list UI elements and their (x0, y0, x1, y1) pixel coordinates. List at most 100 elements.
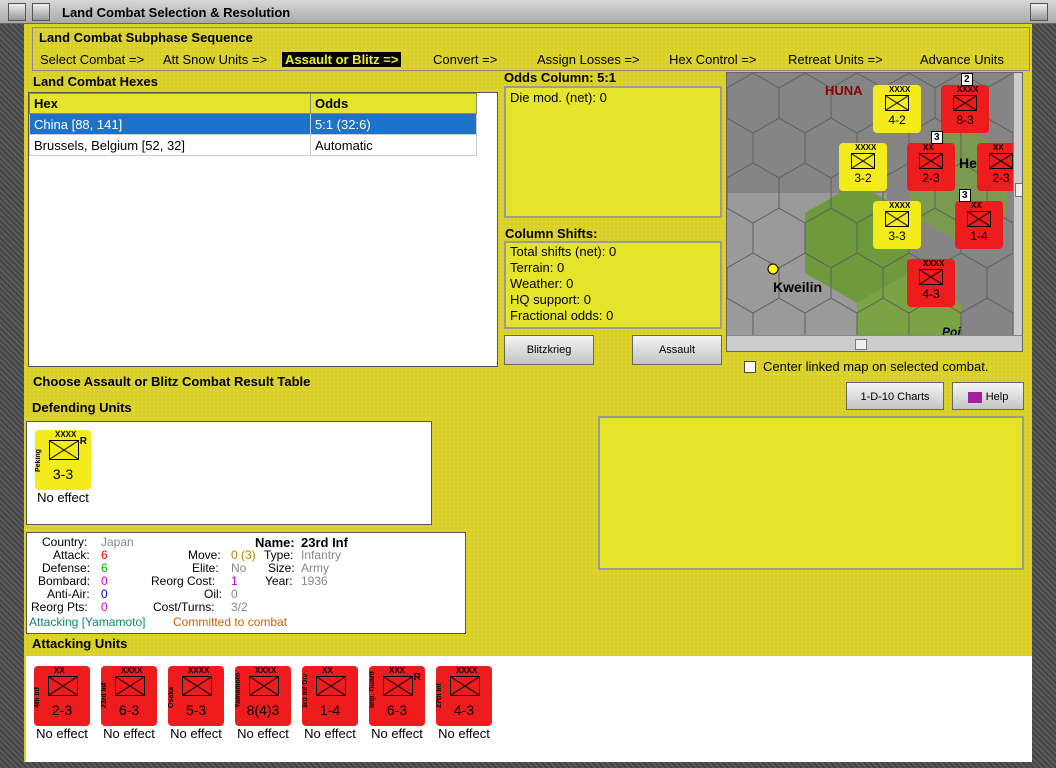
map-hscrollbar[interactable] (727, 335, 1022, 351)
infantry-icon (919, 269, 943, 285)
seq-hex-control[interactable]: Hex Control => (669, 52, 756, 67)
unit-size-label: XXXX (889, 201, 911, 210)
close-icon[interactable] (8, 3, 26, 21)
unit-size-label: XX (971, 201, 982, 210)
infantry-icon (953, 95, 977, 111)
size-val: Army (301, 561, 329, 575)
unit-counter[interactable]: Imp. Guard XXX R 6-3 (369, 666, 425, 726)
shifts-title: Column Shifts: (505, 226, 598, 241)
unit-size-label: XXXX (121, 666, 143, 675)
window-title: Land Combat Selection & Resolution (62, 5, 291, 20)
reorg-key: Reorg Pts: (31, 600, 88, 614)
table-row[interactable]: Brussels, Belgium [52, 32] Automatic (29, 134, 477, 156)
unit-strength: 3-2 (854, 171, 872, 185)
shift-weather: Weather: 0 (510, 276, 574, 291)
seq-convert[interactable]: Convert => (433, 52, 497, 67)
unit-effect: No effect (304, 726, 356, 741)
shift-total: Total shifts (net): 0 (510, 244, 617, 259)
unit-size-label: XXX (389, 666, 406, 675)
unit-counter[interactable]: 23rd Inf XXXX 6-3 (101, 666, 157, 726)
infantry-icon (851, 153, 875, 169)
type-key: Type: (264, 548, 294, 562)
infantry-icon (450, 676, 480, 696)
unit-strength: 8(4)3 (246, 702, 280, 718)
unit-counter[interactable]: 4th Inf XX 2-3 (34, 666, 90, 726)
system-menu-icon[interactable] (32, 3, 50, 21)
infantry-icon (49, 440, 79, 460)
seq-retreat[interactable]: Retreat Units => (788, 52, 883, 67)
map-vscrollbar[interactable] (1013, 73, 1022, 335)
maximize-icon[interactable] (1030, 3, 1048, 21)
shifts-box: Total shifts (net): 0 Terrain: 0 Weather… (504, 241, 722, 329)
map-unit-counter[interactable]: XX 1-4 (955, 201, 1003, 249)
map-label-kweilin: Kweilin (773, 279, 823, 295)
unit-counter[interactable]: 3rd Inf Div XX 1-4 (302, 666, 358, 726)
year-key: Year: (265, 574, 293, 588)
table-row[interactable]: China [88, 141] 5:1 (32:6) (29, 113, 477, 135)
seq-advance[interactable]: Advance Units (920, 52, 1004, 67)
attack-val: 6 (101, 548, 108, 562)
help-icon (967, 391, 982, 403)
map-hscroll-thumb[interactable] (855, 339, 867, 350)
bombard-key: Bombard: (38, 574, 91, 588)
infantry-icon (885, 211, 909, 227)
stack-count-badge: 2 (961, 73, 973, 86)
unit-counter[interactable]: Osaka XXXX 5-3 (168, 666, 224, 726)
seq-select-combat[interactable]: Select Combat => (40, 52, 144, 67)
assault-button[interactable]: Assault (632, 335, 722, 365)
unit-size-label: XX (54, 666, 65, 675)
seq-assign-losses[interactable]: Assign Losses => (537, 52, 640, 67)
main-panel: Land Combat Subphase Sequence Select Com… (24, 24, 1032, 762)
map-unit-counter[interactable]: XXXX 4-2 (873, 85, 921, 133)
unit-size-label: XXXX (255, 666, 277, 675)
subphase-sequence: Land Combat Subphase Sequence Select Com… (32, 27, 1030, 71)
year-val: 1936 (301, 574, 328, 588)
unit-strength: 4-3 (453, 702, 475, 718)
blitzkrieg-button[interactable]: Blitzkrieg (504, 335, 594, 365)
unit-effect: No effect (170, 726, 222, 741)
map-unit-counter[interactable]: XXXX 3-2 (839, 143, 887, 191)
map-label-he: He (959, 155, 977, 171)
map-unit-counter[interactable]: XX 2-3 (907, 143, 955, 191)
unit-counter[interactable]: Yamamoto XXXX 8(4)3 (235, 666, 291, 726)
odds-box: Die mod. (net): 0 (504, 86, 722, 218)
cost-key: Cost/Turns: (153, 600, 215, 614)
unit-strength: 2-3 (51, 702, 73, 718)
help-button[interactable]: Help (952, 382, 1024, 410)
infantry-icon (115, 676, 145, 696)
unit-counter[interactable]: Peking XXXX R 3-3 (35, 430, 91, 490)
linked-map[interactable]: HUNA Kweilin He Poi XXXX 4-2 XXXX 3-2 XXXX 3-… (726, 72, 1023, 352)
unit-counter[interactable]: 27th Inf XXXX 4-3 (436, 666, 492, 726)
center-map-checkbox[interactable] (744, 361, 756, 373)
unit-strength: 6-3 (118, 702, 140, 718)
infantry-icon (989, 153, 1013, 169)
unit-strength: 8-3 (956, 113, 974, 127)
map-unit-counter[interactable]: XXXX 3-3 (873, 201, 921, 249)
map-unit-counter[interactable]: XXXX 8-3 (941, 85, 989, 133)
unit-effect: No effect (438, 726, 490, 741)
col-odds[interactable]: Odds (310, 93, 477, 114)
seq-assault-blitz[interactable]: Assault or Blitz => (282, 52, 402, 67)
move-val: 0 (3) (231, 548, 256, 562)
defending-title: Defending Units (32, 400, 132, 415)
infantry-icon (383, 676, 413, 696)
infantry-icon (885, 95, 909, 111)
elite-key: Elite: (192, 561, 219, 575)
committed-status: Committed to combat (173, 615, 288, 629)
seq-att-snow[interactable]: Att Snow Units => (163, 52, 267, 67)
map-unit-counter[interactable]: XXXX 4-3 (907, 259, 955, 307)
charts-button[interactable]: 1-D-10 Charts (846, 382, 944, 410)
infantry-icon (316, 676, 346, 696)
unit-effect: No effect (37, 490, 89, 505)
country-key: Country: (42, 535, 88, 549)
unit-size-label: XXXX (889, 85, 911, 94)
unit-effect: No effect (237, 726, 289, 741)
shift-hq: HQ support: 0 (510, 292, 591, 307)
unit-strength: 2-3 (922, 171, 940, 185)
defending-units: Peking XXXX R 3-3 No effect (26, 421, 432, 525)
col-hex[interactable]: Hex (29, 93, 311, 114)
reorgcost-val: 1 (231, 574, 238, 588)
unit-strength: 3-3 (52, 466, 74, 482)
attacking-units: 4th Inf XX 2-3 No effect 23rd Inf XXXX 6-3 No e… (26, 656, 1032, 762)
title-bar: Land Combat Selection & Resolution (0, 0, 1056, 24)
